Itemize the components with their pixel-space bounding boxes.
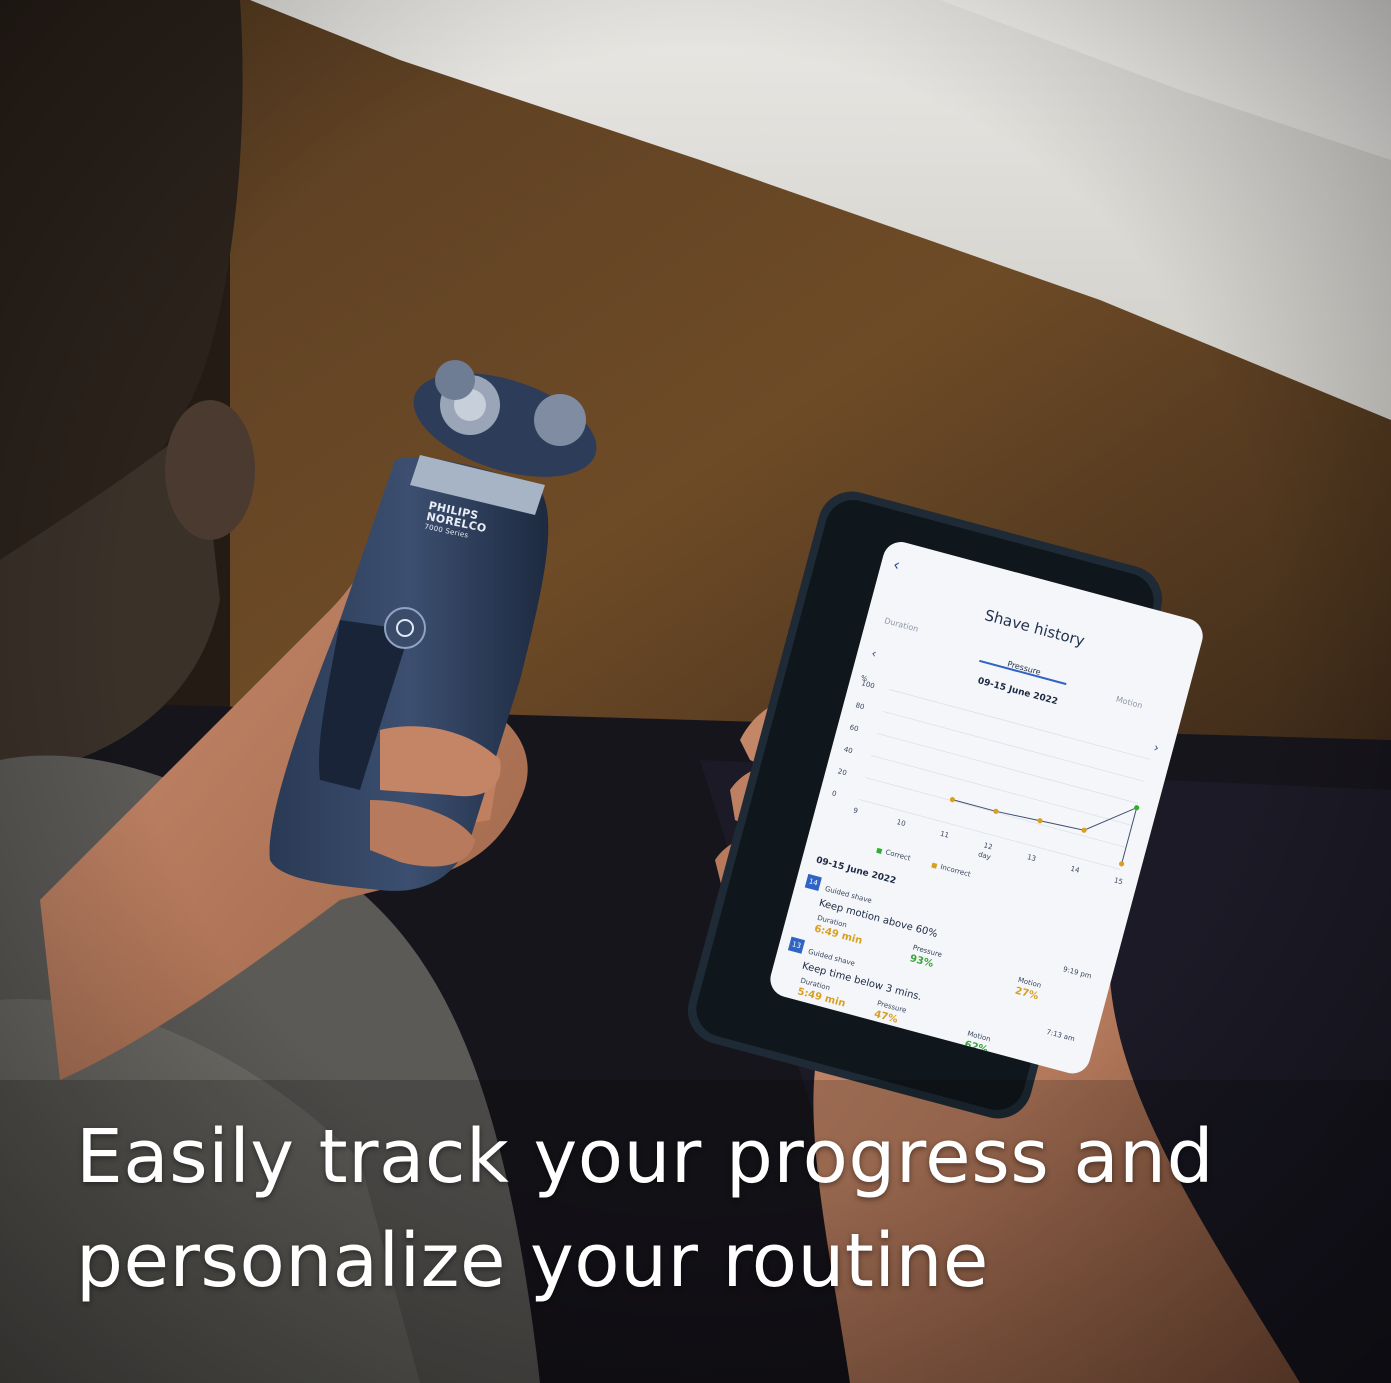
- x-tick-label: 12: [983, 841, 994, 851]
- entry-time: 9:19 pm: [1062, 965, 1093, 981]
- product-photo: PHILIPS NORELCO 7000 Series ‹ Shave hist…: [0, 0, 1391, 1383]
- x-tick-label: 11: [939, 830, 950, 840]
- y-tick-label: 40: [843, 745, 854, 755]
- tab-motion[interactable]: Motion: [1115, 695, 1144, 711]
- legend-correct-swatch: [876, 847, 883, 854]
- y-tick-label: 100: [861, 679, 876, 690]
- caption-line-1: Easily track your progress and: [76, 1114, 1215, 1200]
- x-tick-label: 14: [1070, 865, 1081, 875]
- tab-duration[interactable]: Duration: [883, 616, 919, 634]
- y-tick-label: 60: [849, 723, 860, 733]
- entry-time: 7:13 am: [1045, 1027, 1076, 1044]
- x-tick-label: 13: [1026, 853, 1037, 863]
- data-point: [993, 808, 999, 814]
- data-point: [1134, 805, 1140, 811]
- gridline: [876, 733, 1138, 804]
- x-tick-label: 15: [1113, 876, 1124, 886]
- day-badge: 13: [787, 936, 806, 954]
- x-axis-label: day: [977, 850, 992, 861]
- back-chevron-icon[interactable]: ‹: [891, 555, 902, 575]
- y-tick-label: 0: [831, 789, 837, 798]
- y-tick-label: 80: [855, 701, 866, 711]
- gridline: [871, 755, 1133, 826]
- marketing-caption: Easily track your progress and personali…: [76, 1105, 1356, 1313]
- data-point: [1037, 818, 1043, 824]
- y-tick-label: 20: [837, 767, 848, 777]
- x-tick-label: 9: [852, 806, 858, 815]
- data-point: [1081, 827, 1087, 833]
- caption-line-2: personalize your routine: [76, 1218, 989, 1304]
- data-point: [1119, 861, 1125, 867]
- data-point: [949, 797, 956, 803]
- legend-incorrect-swatch: [931, 862, 938, 869]
- x-tick-label: 10: [896, 818, 907, 828]
- day-badge: 14: [804, 873, 822, 891]
